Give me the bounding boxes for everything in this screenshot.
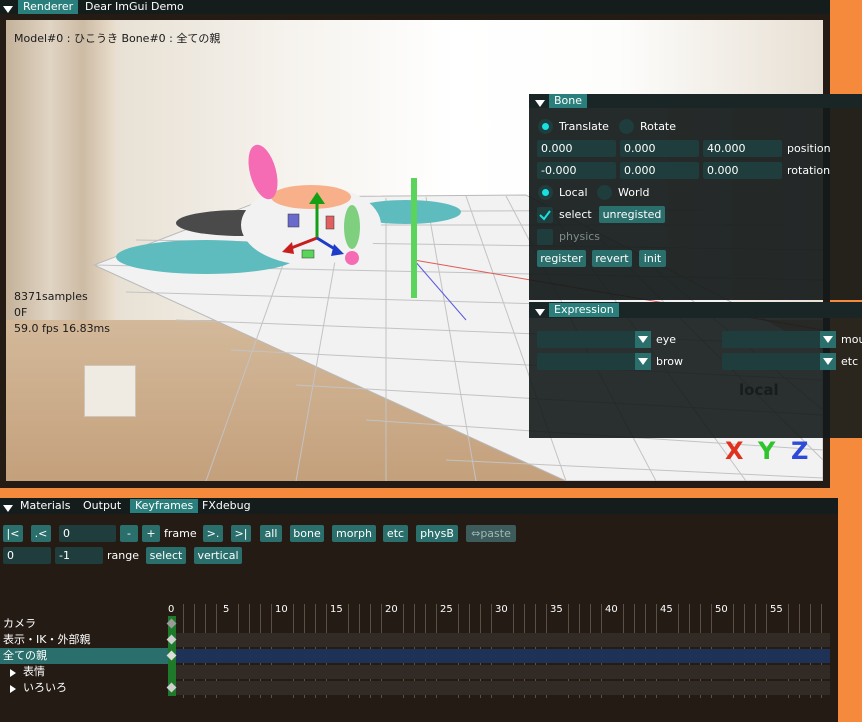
physb-button[interactable]: physB bbox=[416, 525, 458, 542]
frame-label: frame bbox=[164, 527, 197, 540]
first-frame-button[interactable]: |< bbox=[3, 525, 23, 542]
bone-button[interactable]: bone bbox=[290, 525, 324, 542]
rotate-label: Rotate bbox=[640, 120, 677, 133]
eye-label: eye bbox=[656, 333, 677, 346]
collapse-arrow-icon[interactable] bbox=[3, 3, 13, 16]
keyframes-window: Materials Output Keyframes FXdebug |< .<… bbox=[0, 498, 838, 722]
paste-button[interactable]: ⇔paste bbox=[466, 525, 516, 542]
track-item[interactable]: 全ての親 bbox=[3, 648, 47, 664]
local-label: Local bbox=[559, 186, 588, 199]
viewport-frame: 0F bbox=[14, 306, 28, 319]
world-radio[interactable] bbox=[597, 185, 612, 200]
bone-panel: Bone Translate Rotate 0.000 0.000 40.000… bbox=[529, 94, 862, 300]
world-label: World bbox=[618, 186, 650, 199]
expression-titlebar[interactable]: Expression bbox=[529, 302, 862, 318]
position-label: position bbox=[787, 142, 831, 155]
track-item[interactable]: 表情 bbox=[23, 664, 45, 680]
morph-button[interactable]: morph bbox=[332, 525, 376, 542]
bottom-titlebar: Materials Output Keyframes FXdebug bbox=[0, 498, 838, 514]
physics-checkbox[interactable] bbox=[537, 229, 553, 245]
tab-fxdebug[interactable]: FXdebug bbox=[197, 499, 256, 513]
brow-label: brow bbox=[656, 355, 683, 368]
rotation-z-input[interactable]: 0.000 bbox=[703, 162, 782, 179]
viewport-model-info: Model#0 : ひこうき Bone#0 : 全ての親 bbox=[14, 32, 221, 45]
range-label: range bbox=[107, 549, 139, 562]
position-x-input[interactable]: 0.000 bbox=[537, 140, 616, 157]
track-item[interactable]: 表示・IK・外部親 bbox=[3, 632, 90, 648]
etc-label: etc bbox=[841, 355, 859, 368]
collapse-arrow-icon[interactable] bbox=[535, 306, 545, 319]
frame-input[interactable]: 0 bbox=[59, 525, 116, 542]
tab-materials[interactable]: Materials bbox=[15, 499, 75, 513]
track-row-bg bbox=[168, 681, 830, 695]
track-row-bg bbox=[168, 633, 830, 647]
expression-panel: Expression eye mou brow etc bbox=[529, 302, 862, 438]
gizmo-x-icon[interactable]: X bbox=[725, 437, 744, 465]
track-row-bg bbox=[168, 665, 830, 679]
gizmo-y-icon[interactable]: Y bbox=[758, 437, 775, 465]
vertical-button[interactable]: vertical bbox=[194, 547, 242, 564]
dropdown-arrow-icon bbox=[820, 331, 836, 348]
tab-keyframes[interactable]: Keyframes bbox=[130, 499, 199, 513]
dropdown-arrow-icon bbox=[635, 353, 651, 370]
viewport-fps: 59.0 fps 16.83ms bbox=[14, 322, 111, 335]
local-radio[interactable] bbox=[538, 185, 553, 200]
next-key-button[interactable]: >. bbox=[203, 525, 223, 542]
frame-decrement-button[interactable]: - bbox=[120, 525, 138, 542]
tab-renderer[interactable]: Renderer bbox=[18, 0, 79, 14]
bone-title: Bone bbox=[549, 94, 588, 108]
rotation-x-input[interactable]: -0.000 bbox=[537, 162, 616, 179]
position-z-input[interactable]: 40.000 bbox=[703, 140, 782, 157]
viewport-samples: 8371samples bbox=[14, 290, 88, 303]
tree-expand-icon[interactable] bbox=[10, 685, 16, 693]
range-start-input[interactable]: 0 bbox=[3, 547, 51, 564]
physics-label: physics bbox=[559, 230, 601, 243]
eye-combo[interactable] bbox=[537, 331, 651, 348]
collapse-arrow-icon[interactable] bbox=[3, 502, 13, 515]
tab-imgui-demo[interactable]: Dear ImGui Demo bbox=[80, 0, 189, 14]
gizmo-z-icon[interactable]: Z bbox=[791, 437, 808, 465]
brow-combo[interactable] bbox=[537, 353, 651, 370]
tab-output[interactable]: Output bbox=[78, 499, 126, 513]
expression-title: Expression bbox=[549, 303, 619, 317]
mouth-label: mou bbox=[841, 333, 862, 346]
revert-button[interactable]: revert bbox=[592, 250, 632, 267]
dropdown-arrow-icon bbox=[820, 353, 836, 370]
last-frame-button[interactable]: >| bbox=[231, 525, 251, 542]
collapse-arrow-icon[interactable] bbox=[535, 97, 545, 110]
unregisted-button[interactable]: unregisted bbox=[599, 206, 665, 223]
translate-label: Translate bbox=[559, 120, 609, 133]
mouth-combo[interactable] bbox=[722, 331, 836, 348]
all-button[interactable]: all bbox=[260, 525, 282, 542]
select-label: select bbox=[559, 208, 592, 221]
select-checkbox[interactable] bbox=[537, 207, 553, 223]
select-button[interactable]: select bbox=[146, 547, 186, 564]
init-button[interactable]: init bbox=[639, 250, 666, 267]
etc-button[interactable]: etc bbox=[383, 525, 408, 542]
tree-expand-icon[interactable] bbox=[10, 669, 16, 677]
register-button[interactable]: register bbox=[537, 250, 586, 267]
track-item[interactable]: いろいろ bbox=[23, 680, 67, 696]
bone-titlebar[interactable]: Bone bbox=[529, 94, 862, 108]
background-strip bbox=[830, 0, 862, 95]
rotate-radio[interactable] bbox=[619, 119, 634, 134]
checkmark-icon bbox=[539, 210, 551, 221]
position-y-input[interactable]: 0.000 bbox=[620, 140, 699, 157]
renderer-titlebar: Renderer Dear ImGui Demo bbox=[0, 0, 830, 14]
track-item[interactable]: カメラ bbox=[3, 616, 36, 632]
track-row-bg bbox=[168, 649, 830, 663]
translate-radio[interactable] bbox=[538, 119, 553, 134]
etc-combo[interactable] bbox=[722, 353, 836, 370]
rotation-y-input[interactable]: 0.000 bbox=[620, 162, 699, 179]
frame-increment-button[interactable]: + bbox=[142, 525, 160, 542]
range-end-input[interactable]: -1 bbox=[55, 547, 103, 564]
dropdown-arrow-icon bbox=[635, 331, 651, 348]
rotation-label: rotation bbox=[787, 164, 831, 177]
prev-key-button[interactable]: .< bbox=[31, 525, 51, 542]
